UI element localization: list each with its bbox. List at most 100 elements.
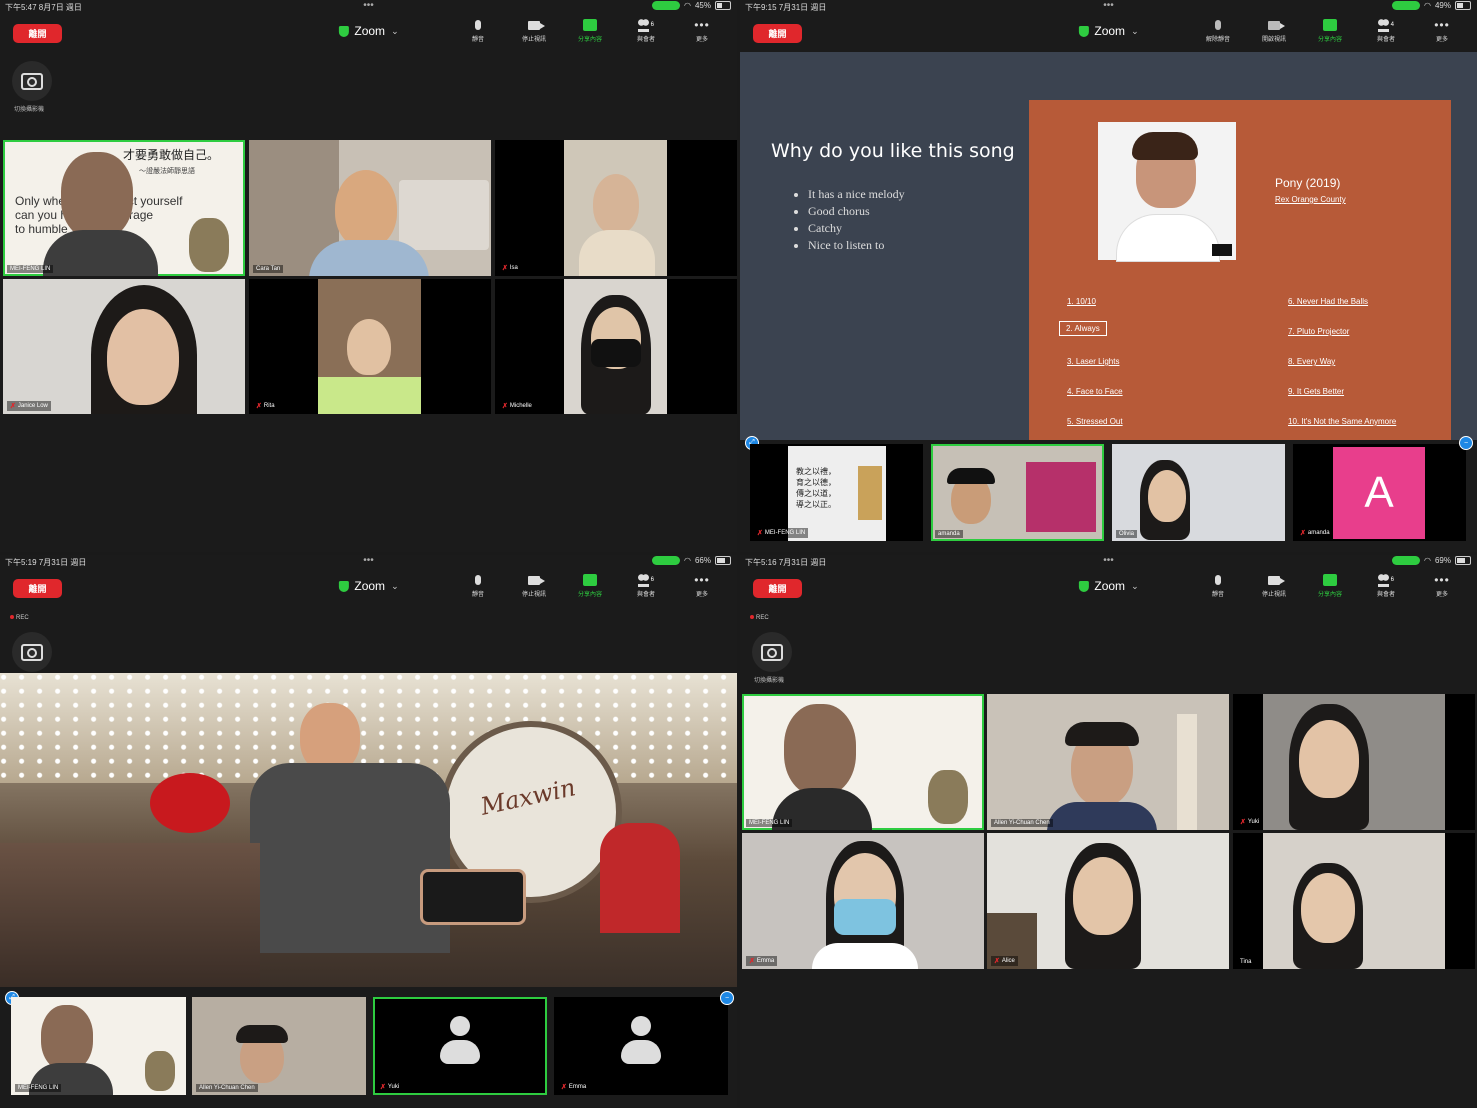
leave-button[interactable]: 離開 (753, 24, 802, 43)
unmute-button[interactable]: 解除靜音 (1197, 18, 1239, 43)
share-content-button[interactable]: 分享內容 (1309, 573, 1351, 598)
participants-button[interactable]: 6 與會者 (625, 573, 667, 598)
slide-bullets: It has a nice melody Good chorus Catchy … (784, 186, 905, 254)
multitask-dots-icon[interactable]: ••• (363, 555, 374, 566)
album-artist: Rex Orange County (1275, 195, 1346, 204)
participant-face (335, 170, 397, 248)
multitask-dots-icon[interactable]: ••• (1103, 555, 1114, 566)
video-tile[interactable]: MEI-FENG LIN (742, 694, 984, 830)
microphone-icon (475, 20, 481, 30)
video-tile[interactable]: MEI-FENG LIN (11, 997, 186, 1095)
track-item: 10. It's Not the Same Anymore (1288, 417, 1397, 426)
video-tile[interactable]: Cara Tan (249, 140, 491, 276)
participant-name: ✗ Alice (991, 956, 1018, 966)
share-content-button[interactable]: 分享內容 (1309, 18, 1351, 43)
video-camera-icon (528, 575, 545, 585)
participant-name: Olivia (1116, 530, 1138, 538)
flip-camera-label: 切換攝影機 (754, 678, 785, 684)
headboard (399, 180, 489, 250)
microphone-icon (1215, 575, 1221, 585)
video-tile[interactable]: Allen Yi-Chuan Chen (192, 997, 366, 1095)
call-pill-icon[interactable] (652, 1, 680, 10)
avatar-letter: A (1333, 447, 1425, 539)
participant-name: Tina (1237, 958, 1255, 966)
call-pill-icon[interactable] (1392, 556, 1420, 565)
participant-name: amanda (935, 530, 963, 538)
video-tile[interactable]: amanda (931, 444, 1104, 541)
more-button[interactable]: ••• 更多 (1421, 18, 1463, 43)
participants-icon (638, 573, 649, 587)
more-dots-icon: ••• (1434, 18, 1450, 32)
participant-name: Allen Yi-Chuan Chen (196, 1084, 258, 1092)
video-tile[interactable]: ✗ Isa (495, 140, 737, 276)
video-tile[interactable]: ✗ Rita (249, 279, 491, 414)
call-pill-icon[interactable] (652, 556, 680, 565)
video-tile[interactable]: Tina (1233, 833, 1475, 969)
status-bar: 下午5:19 7月31日 週日 ••• ◠ 66% (0, 555, 737, 569)
muted-mic-icon: ✗ (561, 1084, 567, 1091)
slide-title: Why do you like this song (771, 140, 1015, 162)
video-tile[interactable]: ✗ Yuki (1233, 694, 1475, 830)
mute-button[interactable]: 靜音 (457, 573, 499, 598)
video-tile[interactable]: 教之以禮， 育之以德， 傳之以道， 導之以正。 ✗ MEI-FENG LIN (750, 444, 923, 541)
video-tile[interactable]: ✗ Michelle (495, 279, 737, 414)
video-tile[interactable]: 才要勇敢做自己。 ～證嚴法師靜思語 Only when you respect … (3, 140, 245, 276)
video-tile[interactable]: ✗ Yuki (373, 997, 547, 1095)
zoom-window-gallery-1: 下午5:47 8月7日 週日 ••• ◠ 45% 離開 Zoom ⌄ 靜音 停止視訊… (0, 0, 737, 552)
meeting-title[interactable]: Zoom ⌄ (338, 24, 399, 38)
mute-button[interactable]: 靜音 (1197, 573, 1239, 598)
more-button[interactable]: ••• 更多 (1421, 573, 1463, 598)
video-tile[interactable]: A ✗ amanda (1293, 444, 1466, 541)
muted-mic-icon: ✗ (749, 958, 755, 965)
more-button[interactable]: ••• 更多 (681, 18, 723, 43)
flip-camera-button[interactable] (12, 61, 52, 101)
zoom-window-gallery-2: 下午5:16 7月31日 週日 ••• ◠ 69% 離開 Zoom ⌄ 靜音 停止視… (740, 555, 1477, 1107)
collapse-icon[interactable]: − (720, 991, 734, 1005)
participants-button[interactable]: 6 與會者 (625, 18, 667, 43)
battery-icon (715, 1, 731, 10)
wifi-icon: ◠ (684, 556, 691, 565)
flip-camera-button[interactable] (12, 632, 52, 672)
multitask-dots-icon[interactable]: ••• (1103, 0, 1114, 11)
video-tile[interactable]: ✗ Alice (987, 833, 1229, 969)
video-tile[interactable]: Olivia (1112, 444, 1285, 541)
participants-button[interactable]: 6 與會者 (1365, 573, 1407, 598)
track-item: 6. Never Had the Balls (1288, 297, 1369, 306)
start-video-button[interactable]: 開啟視訊 (1253, 18, 1295, 43)
multitask-dots-icon[interactable]: ••• (363, 0, 374, 11)
shield-icon (338, 25, 349, 37)
video-tile[interactable]: ✗ Emma (554, 997, 728, 1095)
muted-mic-icon: ✗ (994, 958, 1000, 965)
flip-camera-button[interactable] (752, 632, 792, 672)
video-tile[interactable]: Allen Yi-Chuan Chen (987, 694, 1229, 830)
video-tile[interactable]: ✗ Emma (742, 833, 984, 969)
stop-video-button[interactable]: 停止視訊 (1253, 573, 1295, 598)
share-content-button[interactable]: 分享內容 (569, 573, 611, 598)
more-button[interactable]: ••• 更多 (681, 573, 723, 598)
mute-button[interactable]: 靜音 (457, 18, 499, 43)
participant-face (593, 174, 639, 234)
costume (600, 823, 680, 933)
status-time: 下午5:47 8月7日 週日 (5, 3, 82, 12)
chevron-down-icon: ⌄ (391, 25, 399, 36)
leave-button[interactable]: 離開 (13, 579, 62, 598)
meeting-title[interactable]: Zoom ⌄ (1078, 24, 1139, 38)
monk-illustration (928, 770, 968, 824)
battery-percent: 45% (694, 1, 711, 10)
participants-button[interactable]: 4 與會者 (1365, 18, 1407, 43)
leave-button[interactable]: 離開 (13, 24, 62, 43)
muted-mic-icon: ✗ (10, 403, 16, 410)
stop-video-button[interactable]: 停止視訊 (513, 18, 555, 43)
video-tile[interactable]: ✗ Janice Low (3, 279, 245, 414)
collapse-icon[interactable]: − (1459, 436, 1473, 450)
muted-mic-icon: ✗ (757, 530, 763, 537)
participant-face (784, 704, 856, 796)
leave-button[interactable]: 離開 (753, 579, 802, 598)
share-content-button[interactable]: 分享內容 (569, 18, 611, 43)
stop-video-button[interactable]: 停止視訊 (513, 573, 555, 598)
call-pill-icon[interactable] (1392, 1, 1420, 10)
meeting-title[interactable]: Zoom ⌄ (1078, 579, 1139, 593)
meeting-title[interactable]: Zoom ⌄ (338, 579, 399, 593)
participant-face (1301, 873, 1355, 943)
status-time: 下午5:16 7月31日 週日 (745, 558, 827, 567)
